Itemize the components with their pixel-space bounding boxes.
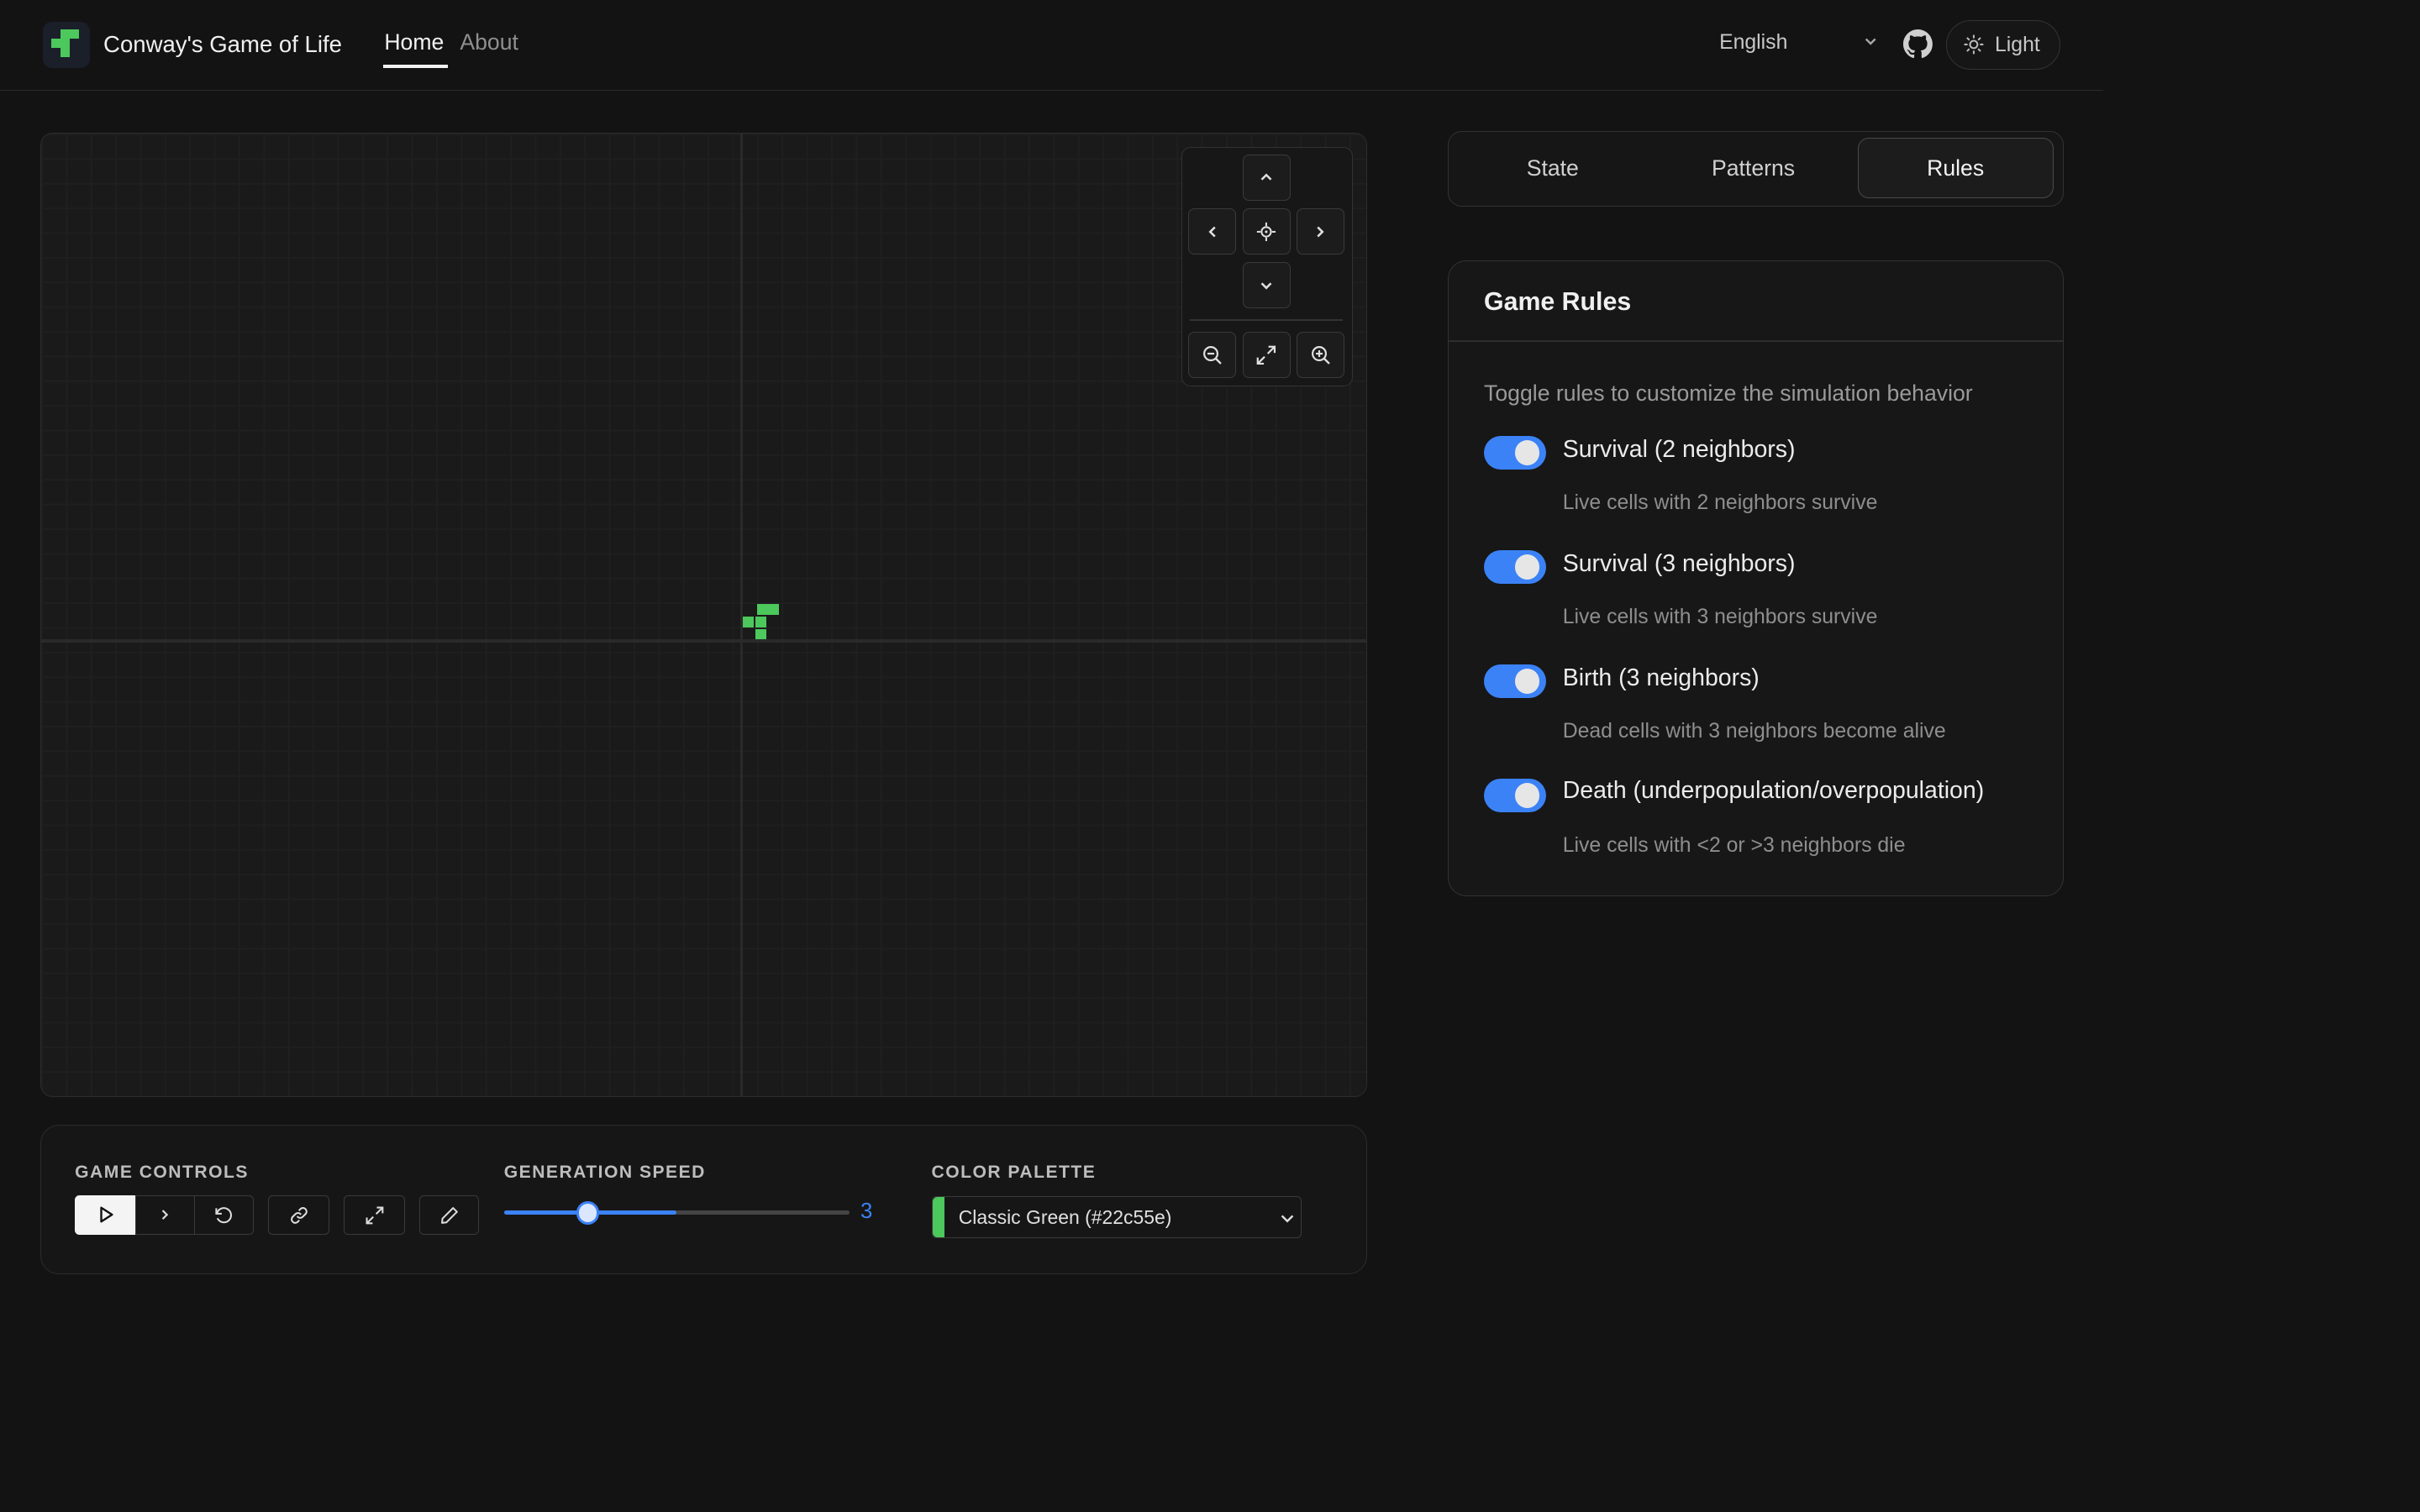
zoom-in-icon xyxy=(1311,345,1330,365)
rotate-ccw-icon xyxy=(215,1206,233,1223)
live-cell xyxy=(767,604,779,615)
pencil-icon xyxy=(440,1206,458,1224)
tab-state[interactable]: State xyxy=(1455,138,1650,198)
chevron-up-icon xyxy=(1260,173,1272,181)
live-cell xyxy=(755,616,766,627)
pan-right-button[interactable] xyxy=(1296,208,1344,255)
rules-description: Toggle rules to customize the simulation… xyxy=(1484,380,1973,406)
palette-color-swatch xyxy=(932,1197,945,1238)
crosshair-icon xyxy=(1257,222,1276,241)
sun-icon xyxy=(1964,34,1984,55)
nav-home[interactable]: Home xyxy=(384,29,444,55)
expand-icon xyxy=(366,1206,383,1224)
rule-name: Survival (3 neighbors) xyxy=(1562,549,1796,577)
generation-speed-label: GENERATION SPEED xyxy=(503,1163,706,1183)
color-palette-label: COLOR PALETTE xyxy=(931,1163,1097,1183)
zoom-in-button[interactable] xyxy=(1296,332,1344,379)
app-header: Conway's Game of Life Home About English… xyxy=(0,0,2104,92)
rule-description: Live cells with 2 neighbors survive xyxy=(1562,491,1878,515)
fit-to-screen-button[interactable] xyxy=(1242,332,1291,379)
game-board-canvas[interactable] xyxy=(39,132,1368,1097)
rule-name: Birth (3 neighbors) xyxy=(1562,664,1760,691)
slider-thumb[interactable] xyxy=(576,1200,600,1225)
pan-left-button[interactable] xyxy=(1188,208,1237,255)
toggle-knob xyxy=(1514,669,1540,694)
tab-patterns[interactable]: Patterns xyxy=(1655,138,1851,198)
game-rules-card: Game Rules Toggle rules to customize the… xyxy=(1447,260,2064,897)
draw-mode-button[interactable] xyxy=(418,1194,480,1236)
chevron-right-icon xyxy=(1317,226,1325,238)
play-button[interactable] xyxy=(75,1194,137,1236)
rule-description: Live cells with <2 or >3 neighbors die xyxy=(1562,833,1906,857)
link-icon xyxy=(290,1206,308,1224)
vertical-axis xyxy=(739,133,744,1096)
rule-description: Live cells with 3 neighbors survive xyxy=(1562,605,1878,628)
nav-active-underline xyxy=(382,65,448,68)
pan-up-button[interactable] xyxy=(1242,154,1291,201)
fullscreen-button[interactable] xyxy=(343,1194,406,1236)
horizontal-axis xyxy=(40,639,1367,643)
generation-speed-slider[interactable] xyxy=(503,1200,850,1225)
palette-selected-value: Classic Green (#22c55e) xyxy=(958,1206,1172,1229)
chevron-down-icon xyxy=(1865,38,1876,46)
chevron-right-icon xyxy=(162,1210,169,1221)
chevron-down-icon xyxy=(1281,1215,1294,1223)
toggle-survival-3[interactable] xyxy=(1484,549,1546,585)
theme-toggle-label: Light xyxy=(1995,33,2040,56)
viewport-navigation-pad xyxy=(1181,147,1353,387)
app-title: Conway's Game of Life xyxy=(103,30,342,57)
pan-down-button[interactable] xyxy=(1242,262,1291,309)
toggle-knob xyxy=(1514,783,1540,808)
rules-title: Game Rules xyxy=(1484,287,1632,316)
toggle-survival-2[interactable] xyxy=(1484,435,1546,470)
language-select[interactable]: English xyxy=(1719,31,1787,55)
controls-panel: GAME CONTROLS GENERATION SPEED 3 COLOR P… xyxy=(39,1124,1368,1275)
step-forward-button[interactable] xyxy=(134,1194,196,1236)
expand-icon xyxy=(1256,345,1276,365)
toggle-birth-3[interactable] xyxy=(1484,664,1546,699)
rule-name: Death (underpopulation/overpopulation) xyxy=(1562,776,1985,804)
game-controls-label: GAME CONTROLS xyxy=(75,1163,249,1183)
chevron-down-icon xyxy=(1260,282,1272,290)
play-icon xyxy=(100,1207,113,1223)
rule-description: Dead cells with 3 neighbors become alive xyxy=(1562,719,1946,743)
zoom-out-icon xyxy=(1203,345,1222,365)
toggle-knob xyxy=(1514,440,1540,465)
live-cell xyxy=(743,616,755,627)
zoom-out-button[interactable] xyxy=(1188,332,1237,379)
color-palette-select[interactable]: Classic Green (#22c55e) xyxy=(931,1196,1302,1239)
rules-divider xyxy=(1448,340,2063,342)
generation-speed-value: 3 xyxy=(860,1200,873,1224)
theme-toggle-button[interactable]: Light xyxy=(1946,19,2060,70)
pad-divider xyxy=(1190,319,1344,322)
share-link-button[interactable] xyxy=(267,1194,330,1236)
reset-button[interactable] xyxy=(193,1194,255,1236)
live-cell xyxy=(755,628,766,640)
nav-about[interactable]: About xyxy=(460,29,518,55)
toggle-death[interactable] xyxy=(1484,778,1546,813)
live-cell xyxy=(756,604,768,615)
sidebar-tabs: State Patterns Rules xyxy=(1447,131,2064,207)
app-logo-icon xyxy=(43,21,90,68)
chevron-left-icon xyxy=(1208,226,1216,238)
rule-name: Survival (2 neighbors) xyxy=(1562,435,1796,463)
tab-rules[interactable]: Rules xyxy=(1857,138,2054,199)
github-icon[interactable] xyxy=(1902,29,1933,59)
toggle-knob xyxy=(1514,554,1540,580)
center-view-button[interactable] xyxy=(1242,208,1291,255)
